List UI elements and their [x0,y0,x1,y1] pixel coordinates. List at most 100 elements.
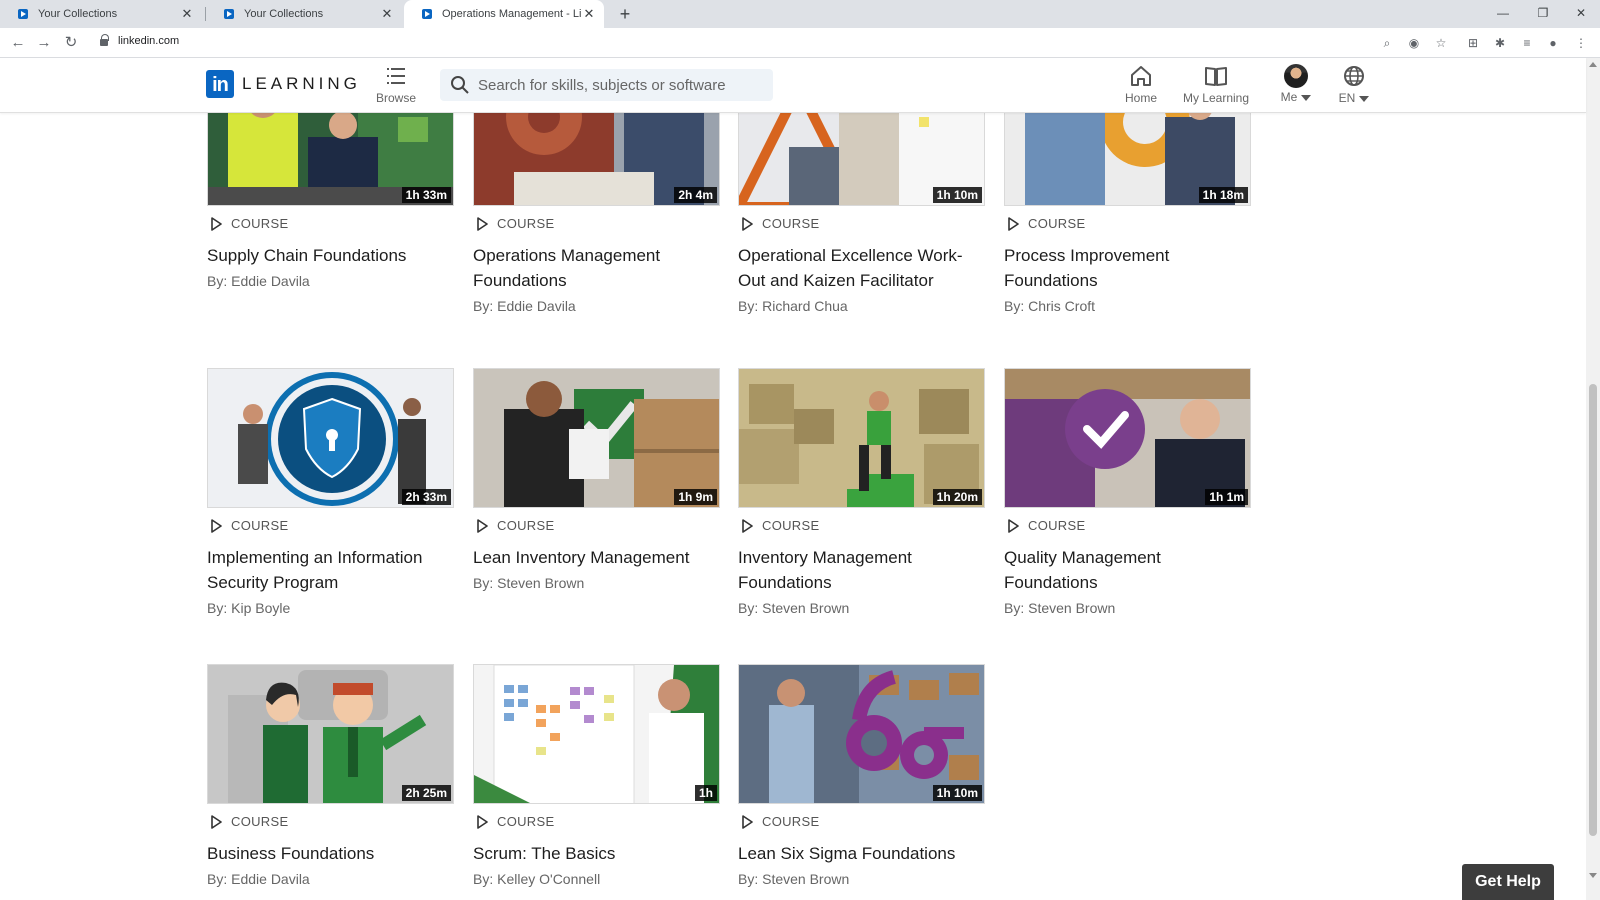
course-thumbnail[interactable]: 2h 4m [473,113,720,206]
course-author[interactable]: By: Steven Brown [738,600,985,616]
linkedin-learning-favicon-icon [18,9,28,19]
course-author[interactable]: By: Kip Boyle [207,600,454,616]
course-card[interactable]: 1h 10m COURSE Lean Six Sigma Foundations… [738,664,985,887]
course-title[interactable]: Process Improvement Foundations [1004,243,1251,293]
play-icon [211,216,222,231]
scroll-up-arrow-icon[interactable] [1589,62,1597,67]
reload-icon[interactable]: ↻ [60,32,82,54]
browser-tab-label: Operations Management - Linke [442,8,582,20]
forward-arrow-icon[interactable]: → [33,32,55,54]
scroll-down-arrow-icon[interactable] [1589,873,1597,878]
learning-wordmark[interactable]: LEARNING [242,74,361,94]
app-header: in LEARNING Browse Home My Learning Me [0,58,1586,113]
duration-badge: 1h 10m [932,187,982,203]
course-card[interactable]: 1h 33m COURSE Supply Chain Foundations B… [207,113,454,289]
course-thumbnail[interactable]: 1h 10m [738,664,985,804]
browser-menu-icon[interactable]: ⋮ [1572,34,1590,52]
extension-grid-icon[interactable]: ⊞ [1464,34,1482,52]
close-tab-icon[interactable]: ✕ [180,6,194,22]
course-author[interactable]: By: Steven Brown [1004,600,1251,616]
close-tab-icon[interactable]: ✕ [582,6,596,22]
course-author[interactable]: By: Steven Brown [738,871,985,887]
profile-avatar-icon[interactable]: ● [1544,34,1562,52]
course-card[interactable]: 1h COURSE Scrum: The Basics By: Kelley O… [473,664,720,887]
course-thumbnail[interactable]: 1h [473,664,720,804]
home-nav-button[interactable]: Home [1120,64,1162,105]
back-arrow-icon[interactable]: ← [7,32,29,54]
course-author[interactable]: By: Steven Brown [473,575,720,591]
course-card[interactable]: 1h 18m COURSE Process Improvement Founda… [1004,113,1251,314]
course-author[interactable]: By: Eddie Davila [473,298,720,314]
course-title[interactable]: Quality Management Foundations [1004,545,1251,595]
play-icon [742,518,753,533]
course-title[interactable]: Lean Six Sigma Foundations [738,841,985,866]
linkedin-logo[interactable]: in [206,70,234,98]
course-thumbnail[interactable]: 1h 10m [738,113,985,206]
restore-window-button[interactable]: ❐ [1524,0,1562,28]
course-card[interactable]: 2h 33m COURSE Implementing an Informatio… [207,368,454,616]
course-author[interactable]: By: Eddie Davila [207,273,454,289]
lock-icon [100,34,109,47]
course-title[interactable]: Operations Management Foundations [473,243,720,293]
extensions-puzzle-icon[interactable]: ✱ [1491,34,1509,52]
chevron-down-icon [1359,95,1370,102]
page-scrollbar[interactable] [1586,58,1600,900]
course-author[interactable]: By: Eddie Davila [207,871,454,887]
browser-tab-3-active[interactable]: Operations Management - Linke ✕ [404,0,604,28]
course-thumbnail[interactable]: 1h 18m [1004,113,1251,206]
course-thumbnail[interactable]: 2h 33m [207,368,454,508]
content-type-label: COURSE [231,814,289,829]
browser-tabstrip: Your Collections ✕ Your Collections ✕ Op… [0,0,1600,28]
content-type-row: COURSE [473,814,720,829]
course-card[interactable]: 1h 1m COURSE Quality Management Foundati… [1004,368,1251,616]
reading-list-icon[interactable]: ≡ [1518,34,1536,52]
course-title[interactable]: Implementing an Information Security Pro… [207,545,454,595]
course-title[interactable]: Lean Inventory Management [473,545,720,570]
content-type-label: COURSE [762,216,820,231]
content-type-row: COURSE [738,216,985,231]
close-window-button[interactable]: ✕ [1562,0,1600,28]
browser-toolbar: ← → ↻ linkedin.com ⌕ ◉ ☆ ⊞ ✱ ≡ ● ⋮ [0,28,1600,58]
browse-button[interactable]: Browse [372,64,420,105]
course-title[interactable]: Inventory Management Foundations [738,545,985,595]
course-author[interactable]: By: Richard Chua [738,298,985,314]
course-card[interactable]: 2h 4m COURSE Operations Management Found… [473,113,720,314]
scrollbar-thumb[interactable] [1589,384,1597,836]
get-help-button[interactable]: Get Help [1462,864,1554,900]
course-thumbnail[interactable]: 1h 20m [738,368,985,508]
course-title[interactable]: Operational Excellence Work-Out and Kaiz… [738,243,985,293]
content-type-label: COURSE [762,814,820,829]
new-tab-button[interactable]: + [613,2,637,26]
my-learning-nav-button[interactable]: My Learning [1179,64,1253,105]
course-title[interactable]: Scrum: The Basics [473,841,720,866]
course-card[interactable]: 1h 9m COURSE Lean Inventory Management B… [473,368,720,591]
play-icon [1008,216,1019,231]
duration-badge: 1h 9m [674,489,717,505]
tracking-blocked-eye-icon[interactable]: ◉ [1405,34,1423,52]
course-card[interactable]: 1h 20m COURSE Inventory Management Found… [738,368,985,616]
duration-badge: 1h 18m [1198,187,1248,203]
address-bar[interactable]: linkedin.com [92,31,1392,55]
me-menu-button[interactable]: Me [1272,64,1320,104]
browser-tab-2[interactable]: Your Collections ✕ [206,0,402,28]
browser-tab-1[interactable]: Your Collections ✕ [0,0,202,28]
course-author[interactable]: By: Kelley O'Connell [473,871,720,887]
search-box[interactable] [440,69,773,101]
home-icon [1131,66,1151,86]
close-tab-icon[interactable]: ✕ [380,6,394,22]
zoom-icon[interactable]: ⌕ [1378,34,1396,52]
search-input[interactable] [478,69,768,101]
language-menu-button[interactable]: EN [1332,64,1376,105]
course-card[interactable]: 2h 25m COURSE Business Foundations By: E… [207,664,454,887]
minimize-window-button[interactable]: — [1484,0,1522,28]
address-url: linkedin.com [118,35,180,47]
bookmark-star-icon[interactable]: ☆ [1432,34,1450,52]
course-thumbnail[interactable]: 1h 1m [1004,368,1251,508]
course-thumbnail[interactable]: 1h 33m [207,113,454,206]
course-author[interactable]: By: Chris Croft [1004,298,1251,314]
course-title[interactable]: Business Foundations [207,841,454,866]
course-title[interactable]: Supply Chain Foundations [207,243,454,268]
course-thumbnail[interactable]: 1h 9m [473,368,720,508]
course-card[interactable]: 1h 10m COURSE Operational Excellence Wor… [738,113,985,314]
course-thumbnail[interactable]: 2h 25m [207,664,454,804]
